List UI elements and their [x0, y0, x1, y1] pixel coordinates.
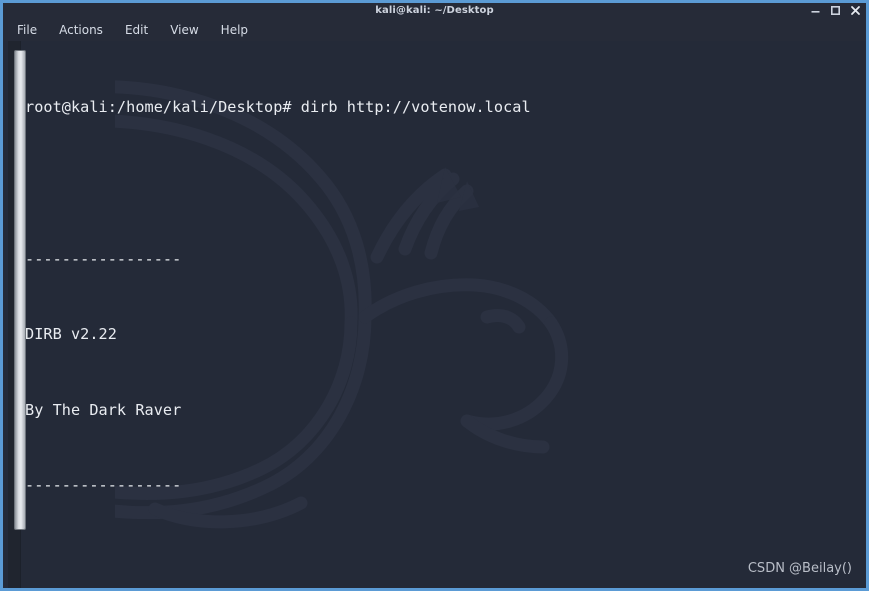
terminal-scrollbar-track[interactable] — [8, 41, 26, 588]
menu-item-file[interactable]: File — [15, 22, 39, 38]
terminal-line-prompt: root@kali:/home/kali/Desktop# dirb http:… — [25, 98, 531, 117]
menu-item-help[interactable]: Help — [219, 22, 250, 38]
terminal-window: kali@kali: ~/Desktop File Actions Edit V… — [0, 0, 869, 591]
terminal-line-rule-1: ----------------- — [25, 249, 182, 268]
maximize-icon[interactable] — [830, 5, 841, 16]
terminal-output[interactable]: root@kali:/home/kali/Desktop# dirb http:… — [25, 41, 866, 588]
menu-item-view[interactable]: View — [168, 22, 200, 38]
menu-item-actions[interactable]: Actions — [57, 22, 105, 38]
terminal-line-blank-1 — [25, 171, 866, 196]
close-icon[interactable] — [850, 5, 861, 16]
terminal-line-tool: DIRB v2.22 — [25, 325, 117, 344]
terminal-line-blank-2 — [25, 549, 866, 574]
terminal-body[interactable]: root@kali:/home/kali/Desktop# dirb http:… — [3, 41, 866, 588]
window-title: kali@kali: ~/Desktop — [375, 5, 494, 16]
terminal-line-author: By The Dark Raver — [25, 400, 182, 419]
terminal-line-rule-2: ----------------- — [25, 476, 182, 495]
window-controls — [810, 3, 861, 18]
menu-item-edit[interactable]: Edit — [123, 22, 150, 38]
minimize-icon[interactable] — [810, 5, 821, 16]
menubar: File Actions Edit View Help — [3, 18, 866, 41]
titlebar[interactable]: kali@kali: ~/Desktop — [3, 3, 866, 18]
